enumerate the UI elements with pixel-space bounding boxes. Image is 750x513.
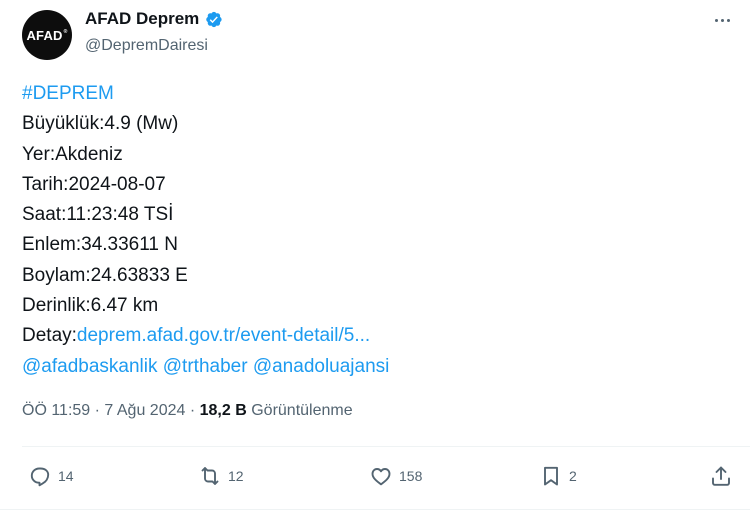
views-label: Görüntülenme xyxy=(251,402,353,419)
author-name-row[interactable]: AFAD Deprem xyxy=(85,9,223,29)
action-bar: 14 12 158 2 xyxy=(0,458,750,498)
tweet-line-magnitude: Büyüklük:4.9 (Mw) xyxy=(22,113,179,135)
bottom-divider xyxy=(0,509,750,510)
verified-badge-icon xyxy=(206,11,222,27)
meta-separator: · xyxy=(189,402,196,419)
like-count: 158 xyxy=(399,468,423,484)
tweet-line-time: Saat:11:23:48 TSİ xyxy=(22,204,174,226)
avatar-logo-text: AFAD xyxy=(26,27,63,43)
reply-count: 14 xyxy=(58,468,74,484)
divider xyxy=(22,446,750,447)
more-options-icon[interactable] xyxy=(710,10,734,30)
tweet-line-date: Tarih:2024-08-07 xyxy=(22,173,166,195)
views-count: 18,2 B xyxy=(199,402,247,419)
bookmark-button[interactable]: 2 xyxy=(539,458,577,494)
tweet-card: AFAD ® AFAD Deprem @DepremDairesi #DEPREM… xyxy=(0,0,750,513)
meta-separator: · xyxy=(94,402,100,419)
repost-button[interactable]: 12 xyxy=(198,458,244,494)
tweet-line-longitude: Boylam:24.63833 E xyxy=(22,264,188,286)
tweet-time[interactable]: ÖÖ 11:59 xyxy=(22,402,90,419)
repost-icon xyxy=(201,467,219,485)
author-handle[interactable]: @DepremDairesi xyxy=(85,37,208,55)
author-avatar[interactable]: AFAD ® xyxy=(22,10,72,60)
share-button[interactable] xyxy=(709,458,733,494)
detail-link[interactable]: deprem.afad.gov.tr/event-detail/5... xyxy=(77,325,370,346)
tweet-body: #DEPREM Büyüklük:4.9 (Mw) Yer:Akdeniz Ta… xyxy=(22,79,389,382)
reply-icon xyxy=(30,467,50,487)
tweet-line-latitude: Enlem:34.33611 N xyxy=(22,234,178,256)
author-name[interactable]: AFAD Deprem xyxy=(85,9,199,29)
mention-link[interactable]: @trthaber xyxy=(163,356,248,377)
share-icon xyxy=(712,466,730,486)
tweet-line-depth: Derinlik:6.47 km xyxy=(22,295,159,317)
detail-label: Detay: xyxy=(22,325,77,347)
hashtag-link[interactable]: #DEPREM xyxy=(22,83,114,104)
tweet-meta: ÖÖ 11:59 · 7 Ağu 2024 · 18,2 B Görüntüle… xyxy=(22,402,353,420)
heart-icon xyxy=(371,468,391,486)
bookmark-icon xyxy=(544,466,558,486)
avatar-registered-mark: ® xyxy=(63,29,68,35)
tweet-date[interactable]: 7 Ağu 2024 xyxy=(104,402,185,419)
reply-button[interactable]: 14 xyxy=(28,458,74,494)
mention-link[interactable]: @anadoluajansi xyxy=(253,356,390,377)
tweet-line-location: Yer:Akdeniz xyxy=(22,143,123,165)
like-button[interactable]: 158 xyxy=(369,458,422,494)
mention-link[interactable]: @afadbaskanlik xyxy=(22,356,157,377)
repost-count: 12 xyxy=(228,468,244,484)
bookmark-count: 2 xyxy=(569,468,577,484)
